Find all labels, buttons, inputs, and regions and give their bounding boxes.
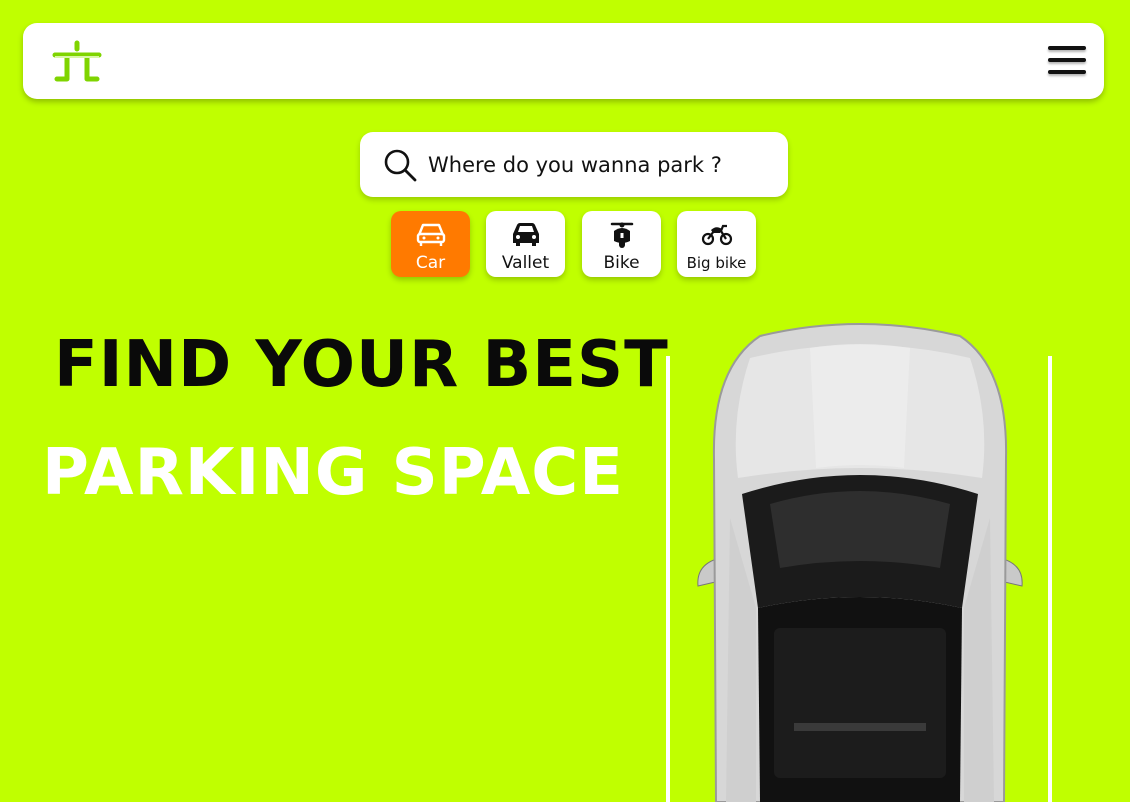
chip-label: Vallet [501, 253, 550, 273]
top-navbar [23, 23, 1104, 99]
scooter-icon [610, 222, 634, 248]
vehicle-type-car-button[interactable]: Car [391, 211, 470, 277]
vehicle-type-vallet-button[interactable]: Vallet [486, 211, 565, 277]
chip-label: Big bike [686, 254, 747, 272]
search-bar[interactable] [360, 132, 788, 197]
vehicle-type-bike-button[interactable]: Bike [582, 211, 661, 277]
valet-car-icon [513, 223, 539, 246]
motorcycle-icon [701, 224, 733, 246]
search-input[interactable] [428, 146, 774, 184]
parking-logo-icon[interactable] [49, 35, 105, 91]
car-icon [416, 223, 446, 246]
hamburger-menu-icon[interactable] [1048, 43, 1088, 79]
chip-label: Bike [603, 253, 640, 273]
parking-line-right [1048, 356, 1052, 802]
search-icon [384, 149, 417, 182]
car-top-view-image [697, 323, 1023, 802]
chip-label: Car [415, 253, 446, 273]
hero-headline-line1: FIND YOUR BEST [54, 328, 669, 402]
parking-line-left [666, 356, 670, 802]
hero-headline-line2: PARKING SPACE [42, 436, 624, 510]
vehicle-type-big-bike-button[interactable]: Big bike [677, 211, 756, 277]
